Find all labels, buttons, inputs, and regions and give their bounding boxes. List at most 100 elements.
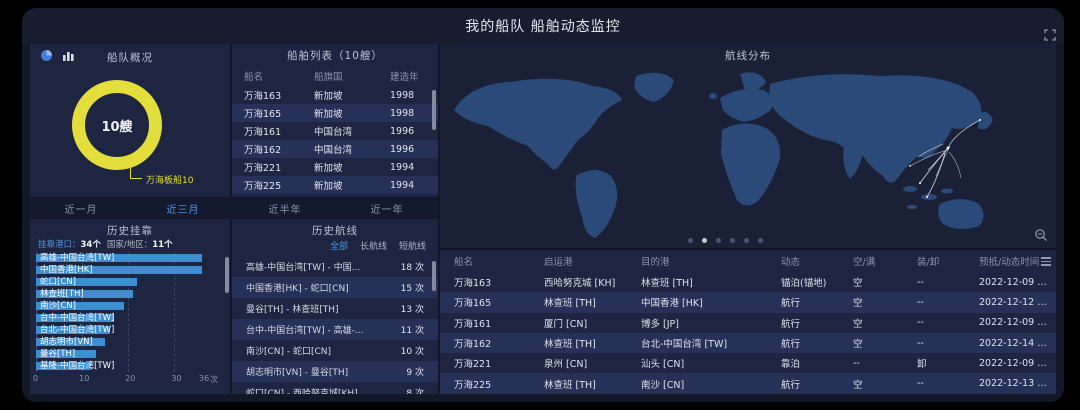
bar-chart-axis: 次 010203036 [30,374,230,386]
ship-list-row[interactable]: 万海161中国台湾1996 [232,122,438,140]
voyage-table-row[interactable]: 万海221泉州 [CN]汕头 [CN]靠泊--卸2022-12-09 07:40 [440,353,1056,373]
ship-list-row[interactable]: 万海165新加坡1998 [232,104,438,122]
voyage-cell: 万海165 [454,295,544,309]
period-tab[interactable]: 近半年 [269,201,302,216]
map-pagination-dots [440,238,1010,243]
bar-row[interactable]: 曼谷[TH] [30,348,230,360]
period-tab[interactable]: 近一年 [371,201,404,216]
ship-list-cell: 万海163 [244,88,314,102]
ports-stat-label: 挂靠港口： [38,240,81,250]
ship-list-column-header: 船旗国 [314,69,390,83]
donut-leader-line [130,178,142,179]
donut-leader-line [130,164,131,178]
countries-stat-label: 国家/地区： [107,240,152,250]
route-list-scrollbar[interactable] [432,261,436,291]
map-pagination-dot[interactable] [744,238,749,243]
voyage-table-row[interactable]: 万海162林查班 [TH]台北-中国台湾 [TW]航行空--2022-12-14… [440,333,1056,353]
route-count: 9 次 [406,365,424,378]
voyage-cell: 2022-12-09 12:29 [979,317,1050,328]
map-pagination-dot[interactable] [730,238,735,243]
voyage-column-header: 空/满 [853,254,917,268]
map-zoom-icon[interactable] [1034,228,1048,242]
bar-row[interactable]: 南沙[CN] [30,300,230,312]
ship-list-cell: 中国台湾 [314,124,390,138]
voyage-cell: 台北-中国台湾 [TW] [641,336,781,350]
bar-row[interactable]: 胡志明市[VN] [30,336,230,348]
route-filter-tab[interactable]: 短航线 [399,239,426,252]
voyage-cell: 万海163 [454,275,544,289]
period-tab[interactable]: 近三月 [167,201,200,216]
route-list-row[interactable]: 胡志明市[VN] - 曼谷[TH] 9 次 [232,361,438,382]
ship-list-cell: 万海225 [244,178,314,192]
map-pagination-dot[interactable] [688,238,693,243]
route-list-row[interactable]: 曼谷[TH] - 林查班[TH]13 次 [232,298,438,319]
route-count: 18 次 [401,260,424,273]
bar-row[interactable]: 基隆-中国台湾[TW] [30,360,230,372]
ship-list-row[interactable]: 万海163新加坡1998 [232,86,438,104]
route-name: 台中-中国台湾[TW] - 高雄-... [246,323,363,336]
ship-list-row[interactable]: 万海221新加坡1994 [232,158,438,176]
bar-row[interactable]: 高雄-中国台湾[TW] [30,252,230,264]
ship-list-cell: 1994 [390,162,426,173]
bar-label: 高雄-中国台湾[TW] [40,253,114,263]
voyage-cell: 林查班 [TH] [544,295,641,309]
ports-stat-value: 34个 [81,240,101,250]
route-name: 曼谷[TH] - 林查班[TH] [246,302,339,315]
voyage-cell: -- [917,277,979,288]
bar-label: 基隆-中国台湾[TW] [40,361,114,371]
bar-row[interactable]: 台中-中国台湾[TW] [30,312,230,324]
bar-chart-plot: 高雄-中国台湾[TW]中国香港[HK]蛇口[CN] 林查班[TH]南沙[CN]台中… [30,252,230,372]
route-name: 胡志明市[VN] - 曼谷[TH] [246,365,348,378]
voyage-cell: -- [917,297,979,308]
route-name: 中国香港[HK] - 蛇口[CN] [246,281,349,294]
bar-chart-scrollbar[interactable] [225,257,229,293]
column-settings-icon[interactable] [1041,257,1051,268]
ship-list-row[interactable]: 万海162中国台湾1996 [232,140,438,158]
world-map[interactable] [440,58,1056,240]
axis-tick-label: 20 [125,374,135,383]
route-count: 11 次 [401,323,424,336]
ship-list-cell: 1994 [390,180,426,191]
route-list-row[interactable]: 中国香港[HK] - 蛇口[CN]15 次 [232,277,438,298]
axis-tick-label: 10 [79,374,89,383]
route-name: 高雄-中国台湾[TW] - 中国... [246,260,360,273]
voyage-cell: 2022-12-12 03:54 [979,297,1050,308]
bar-row[interactable]: 中国香港[HK] [30,264,230,276]
countries-stat-value: 11个 [152,240,172,250]
voyage-cell: 航行 [781,377,853,391]
ship-list-row[interactable]: 万海225新加坡1994 [232,176,438,194]
voyage-cell: 航行 [781,316,853,330]
fullscreen-icon[interactable] [1044,29,1056,41]
history-routes-title: 历史航线 [232,219,438,238]
route-list-row[interactable]: 高雄-中国台湾[TW] - 中国... 18 次 [232,256,438,277]
fleet-overview-title: 船队概况 [30,50,230,65]
voyage-table-row[interactable]: 万海161厦门 [CN]博多 [JP]航行空--2022-12-09 12:29 [440,313,1056,333]
map-pagination-dot[interactable] [702,238,707,243]
period-tab[interactable]: 近一月 [65,201,98,216]
route-list-row[interactable]: 台中-中国台湾[TW] - 高雄-... 11 次 [232,319,438,340]
bar-label: 蛇口[CN] [40,277,76,287]
bar-row[interactable]: 蛇口[CN] [30,276,230,288]
bar-label: 林查班[TH] [40,289,84,299]
voyage-column-header: 动态 [781,254,853,268]
voyage-table-row[interactable]: 万海225林查班 [TH]南沙 [CN]航行空--2022-12-13 08:0… [440,373,1056,393]
route-filter-tab[interactable]: 全部 [330,239,348,252]
bar-row[interactable]: 林查班[TH] [30,288,230,300]
bar-chart-unit: 次 [210,374,218,385]
route-list-row[interactable]: 蛇口[CN] - 西哈努克城[KH]8 次 [232,382,438,394]
voyage-table-row[interactable]: 万海163西哈努克城 [KH]林查班 [TH]锚泊(锚地)空--2022-12-… [440,272,1056,292]
voyage-table-header: 船名启运港目的港动态空/满装/卸预抵/动态时间 [440,250,1056,272]
bar-row[interactable]: 台北-中国台湾[TW] [30,324,230,336]
route-map-section: 航线分布 [440,44,1056,248]
ship-list-scrollbar[interactable] [432,90,436,130]
voyage-cell: 空 [853,295,917,309]
voyage-cell: 博多 [JP] [641,316,781,330]
map-pagination-dot[interactable] [716,238,721,243]
voyage-table-row[interactable]: 万海165林查班 [TH]中国香港 [HK]航行空--2022-12-12 03… [440,292,1056,312]
route-list-row[interactable]: 南沙[CN] - 蛇口[CN]10 次 [232,340,438,361]
map-pagination-dot[interactable] [758,238,763,243]
voyage-cell: -- [917,317,979,328]
ship-list-column-header: 船名 [244,69,314,83]
route-filter-tab[interactable]: 长航线 [360,239,387,252]
voyage-cell: 靠泊 [781,356,853,370]
